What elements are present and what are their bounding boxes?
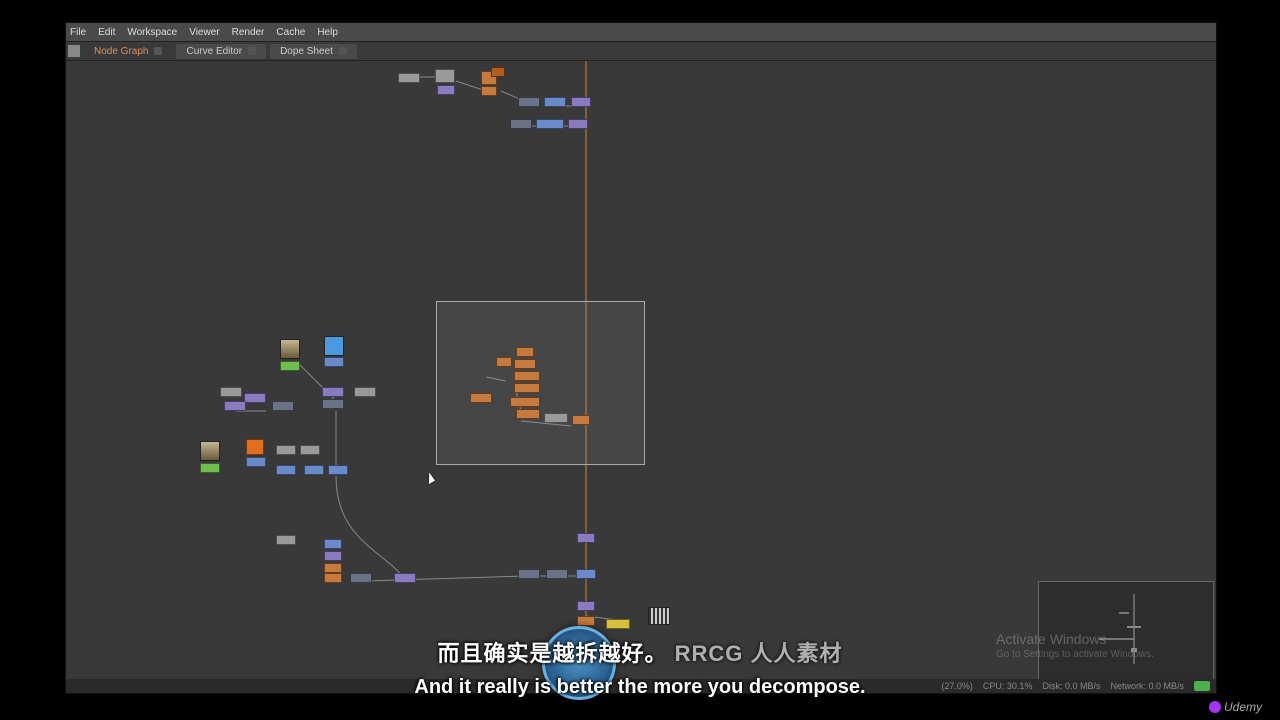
tab-bar: Node Graph Curve Editor Dope Sheet bbox=[66, 42, 1216, 61]
node[interactable] bbox=[246, 439, 264, 455]
node-thumbnail[interactable] bbox=[324, 336, 344, 356]
node[interactable] bbox=[544, 97, 566, 107]
node[interactable] bbox=[577, 533, 595, 543]
menu-file[interactable]: File bbox=[70, 27, 86, 38]
node[interactable] bbox=[280, 361, 300, 371]
tab-dope-sheet[interactable]: Dope Sheet bbox=[270, 44, 357, 59]
node[interactable] bbox=[398, 73, 420, 83]
selection-rectangle bbox=[436, 301, 645, 465]
workspace-icon[interactable] bbox=[68, 45, 80, 57]
node[interactable] bbox=[470, 393, 492, 403]
close-icon[interactable] bbox=[339, 47, 347, 55]
node[interactable] bbox=[514, 359, 536, 369]
node[interactable] bbox=[324, 551, 342, 561]
node[interactable] bbox=[324, 563, 342, 573]
subtitle-en: And it really is better the more you dec… bbox=[0, 676, 1280, 699]
node[interactable] bbox=[481, 86, 497, 96]
close-icon[interactable] bbox=[154, 47, 162, 55]
node[interactable] bbox=[324, 539, 342, 549]
udemy-watermark: Udemy bbox=[1209, 700, 1262, 714]
menu-bar: File Edit Workspace Viewer Render Cache … bbox=[66, 23, 1216, 42]
node[interactable] bbox=[491, 67, 505, 77]
node[interactable] bbox=[606, 619, 630, 629]
node[interactable] bbox=[516, 409, 540, 419]
node[interactable] bbox=[246, 457, 266, 467]
node[interactable] bbox=[516, 347, 534, 357]
node[interactable] bbox=[437, 85, 455, 95]
node[interactable] bbox=[272, 401, 294, 411]
menu-viewer[interactable]: Viewer bbox=[189, 27, 219, 38]
menu-render[interactable]: Render bbox=[232, 27, 265, 38]
node[interactable] bbox=[518, 97, 540, 107]
mouse-cursor bbox=[424, 472, 435, 484]
node[interactable] bbox=[577, 616, 595, 626]
node[interactable] bbox=[571, 97, 591, 107]
tab-label: Dope Sheet bbox=[280, 46, 333, 57]
node[interactable] bbox=[322, 399, 344, 409]
viewer-node[interactable] bbox=[648, 607, 670, 625]
node[interactable] bbox=[546, 569, 568, 579]
node[interactable] bbox=[514, 371, 540, 381]
node[interactable] bbox=[394, 573, 416, 583]
tab-label: Curve Editor bbox=[186, 46, 242, 57]
node[interactable] bbox=[200, 463, 220, 473]
node[interactable] bbox=[276, 465, 296, 475]
node[interactable] bbox=[300, 445, 320, 455]
node[interactable] bbox=[518, 569, 540, 579]
node[interactable] bbox=[304, 465, 324, 475]
node[interactable] bbox=[510, 397, 540, 407]
node[interactable] bbox=[220, 387, 242, 397]
udemy-label: Udemy bbox=[1224, 700, 1262, 714]
node[interactable] bbox=[324, 573, 342, 583]
subtitle-cn: 而且确实是越拆越好。 RRCG 人人素材 bbox=[0, 636, 1280, 668]
subtitle-overlay: 而且确实是越拆越好。 RRCG 人人素材 And it really is be… bbox=[0, 636, 1280, 699]
menu-edit[interactable]: Edit bbox=[98, 27, 115, 38]
app-window: File Edit Workspace Viewer Render Cache … bbox=[65, 22, 1217, 694]
node[interactable] bbox=[576, 569, 596, 579]
node[interactable] bbox=[544, 413, 568, 423]
tab-curve-editor[interactable]: Curve Editor bbox=[176, 44, 266, 59]
close-icon[interactable] bbox=[248, 47, 256, 55]
node[interactable] bbox=[496, 357, 512, 367]
node[interactable] bbox=[568, 119, 588, 129]
node[interactable] bbox=[322, 387, 344, 397]
menu-cache[interactable]: Cache bbox=[276, 27, 305, 38]
node[interactable] bbox=[577, 601, 595, 611]
node[interactable] bbox=[354, 387, 376, 397]
node[interactable] bbox=[435, 69, 455, 83]
node[interactable] bbox=[224, 401, 246, 411]
node[interactable] bbox=[514, 383, 540, 393]
menu-help[interactable]: Help bbox=[317, 27, 338, 38]
node-thumbnail[interactable] bbox=[280, 339, 300, 359]
node[interactable] bbox=[536, 119, 564, 129]
node[interactable] bbox=[350, 573, 372, 583]
tab-label: Node Graph bbox=[94, 46, 148, 57]
node[interactable] bbox=[324, 357, 344, 367]
node[interactable] bbox=[510, 119, 532, 129]
tab-node-graph[interactable]: Node Graph bbox=[84, 44, 172, 59]
node[interactable] bbox=[572, 415, 590, 425]
node-graph-canvas[interactable]: Activate Windows Go to Settings to activ… bbox=[66, 61, 1216, 693]
node[interactable] bbox=[276, 535, 296, 545]
udemy-icon bbox=[1209, 701, 1221, 713]
node[interactable] bbox=[244, 393, 266, 403]
menu-workspace[interactable]: Workspace bbox=[127, 27, 177, 38]
node-thumbnail[interactable] bbox=[200, 441, 220, 461]
node[interactable] bbox=[276, 445, 296, 455]
node[interactable] bbox=[328, 465, 348, 475]
